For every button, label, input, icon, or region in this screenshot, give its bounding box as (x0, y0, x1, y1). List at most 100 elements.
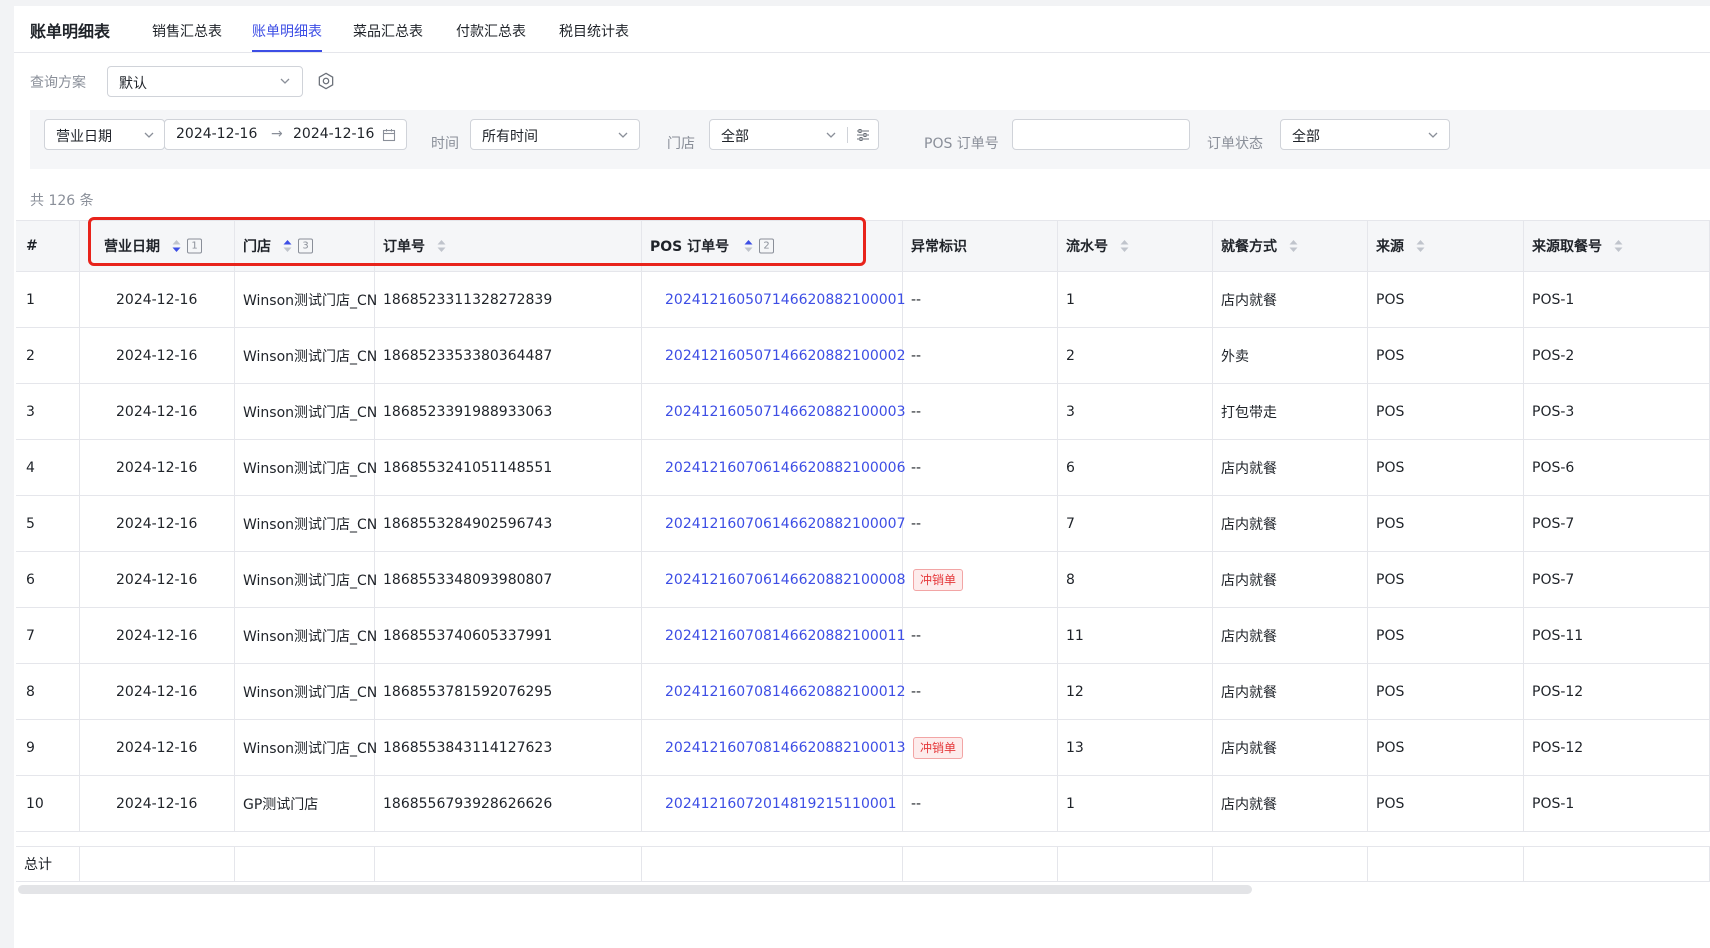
column-header-label: 订单号 (383, 239, 425, 255)
sort-icon[interactable] (283, 239, 292, 253)
table-row[interactable]: 9 2024-12-16 Winson测试门店_CN 1868553843114127… (16, 720, 1710, 776)
pos-order-link[interactable]: 202412160507146620882100003 (665, 404, 906, 420)
column-header[interactable]: 门店 3 (235, 221, 375, 271)
pos-order-link[interactable]: 202412160706146620882100006 (665, 460, 906, 476)
filter-settings-icon[interactable] (856, 128, 870, 142)
store-value: 全部 (721, 129, 749, 145)
table-cell: POS (1368, 328, 1524, 383)
date-end[interactable]: 2024-12-16 (293, 126, 374, 142)
tab-dish-summary[interactable]: 菜品汇总表 (353, 21, 423, 41)
table-cell: 店内就餐 (1213, 272, 1368, 327)
cell-text: 2024-12-16 (116, 739, 198, 756)
column-header[interactable]: 订单号 (375, 221, 642, 271)
cell-text: 5 (26, 515, 35, 532)
sort-icon[interactable] (1614, 239, 1623, 253)
cell-text: 9 (26, 739, 35, 756)
sort-icon[interactable] (1289, 239, 1298, 253)
pos-order-input[interactable] (1012, 119, 1190, 150)
table-row[interactable]: 2 2024-12-16 Winson测试门店_CN 1868523353380364… (16, 328, 1710, 384)
tab-payment-summary[interactable]: 付款汇总表 (456, 21, 526, 41)
cell-text: 1868553241051148551 (383, 459, 553, 476)
pos-order-link[interactable]: 202412160706146620882100007 (665, 516, 906, 532)
sort-icon[interactable] (1416, 239, 1425, 253)
cell-text: POS-2 (1532, 347, 1575, 364)
cell-text: -- (911, 627, 922, 644)
pos-order-link[interactable]: 202412160708146620882100011 (665, 628, 906, 644)
table-cell: 6 (1058, 440, 1213, 495)
table-row[interactable]: 1 2024-12-16 Winson测试门店_CN 1868523311328272… (16, 272, 1710, 328)
settings-gear-icon[interactable] (317, 72, 335, 90)
cell-text: 1 (26, 291, 35, 308)
sort-icon[interactable] (172, 239, 181, 253)
table-row[interactable]: 6 2024-12-16 Winson测试门店_CN 1868553348093980… (16, 552, 1710, 608)
table-cell: 202412160708146620882100011 (642, 608, 906, 663)
filter-bar: 营业日期 2024-12-16 → 2024-12-16 时间 所有时间 门店 … (30, 110, 1710, 169)
sort-priority-badge: 2 (759, 238, 774, 254)
tab-bill-detail[interactable]: 账单明细表 (252, 21, 322, 41)
cell-text: -- (911, 347, 922, 364)
table-row[interactable]: 5 2024-12-16 Winson测试门店_CN 1868553284902596… (16, 496, 1710, 552)
scheme-select[interactable]: 默认 (107, 66, 303, 97)
column-header-label: 门店 (243, 239, 271, 255)
calendar-icon (382, 129, 396, 142)
table-cell: 2024-12-16 (80, 608, 235, 663)
cell-text: POS (1376, 403, 1405, 420)
table-cell: 1868556793928626626 (375, 776, 642, 831)
table-cell: 6 (16, 552, 80, 607)
pos-order-link[interactable]: 202412160507146620882100002 (665, 348, 906, 364)
table-cell: 打包带走 (1213, 384, 1368, 439)
column-header[interactable]: 流水号 (1058, 221, 1213, 271)
table-row[interactable]: 10 2024-12-16 GP测试门店 1868556793928626626 202… (16, 776, 1710, 832)
column-header-label: 流水号 (1066, 239, 1108, 255)
pos-order-link[interactable]: 202412160708146620882100012 (665, 684, 906, 700)
pos-order-link[interactable]: 202412160706146620882100008 (665, 572, 906, 588)
table-cell: POS (1368, 384, 1524, 439)
date-type-select[interactable]: 营业日期 (44, 119, 165, 150)
column-header[interactable]: 来源 (1368, 221, 1524, 271)
table-cell: -- (903, 608, 1058, 663)
cell-text: -- (911, 459, 922, 476)
sort-icon[interactable] (1120, 239, 1129, 253)
order-status-select[interactable]: 全部 (1280, 119, 1450, 150)
table-cell: 8 (1058, 552, 1213, 607)
cell-text: 8 (1066, 571, 1075, 588)
column-header[interactable]: 营业日期 1 (80, 221, 235, 271)
table-row[interactable]: 7 2024-12-16 Winson测试门店_CN 1868553740605337… (16, 608, 1710, 664)
pos-order-link[interactable]: 202412160507146620882100001 (665, 292, 906, 308)
table-cell: 店内就餐 (1213, 440, 1368, 495)
chevron-down-icon (280, 78, 290, 84)
pos-order-link[interactable]: 202412160708146620882100013 (665, 740, 906, 756)
store-select[interactable]: 全部 (709, 119, 879, 150)
sort-icon[interactable] (744, 239, 753, 253)
cell-text: Winson测试门店_CN (243, 404, 378, 421)
cell-text: 3 (1066, 403, 1075, 420)
order-status-label: 订单状态 (1207, 136, 1263, 152)
table-cell: Winson测试门店_CN (235, 384, 378, 439)
pos-order-label: POS 订单号 (924, 136, 999, 152)
cell-text: -- (911, 291, 922, 308)
tab-tax-statistics[interactable]: 税目统计表 (559, 21, 629, 41)
table-row[interactable]: 3 2024-12-16 Winson测试门店_CN 1868523391988933… (16, 384, 1710, 440)
table-cell: 3 (1058, 384, 1213, 439)
date-range-picker[interactable]: 2024-12-16 → 2024-12-16 (164, 119, 407, 150)
table-cell: POS-1 (1524, 776, 1710, 831)
date-start[interactable]: 2024-12-16 (176, 126, 257, 142)
column-header[interactable]: 就餐方式 (1213, 221, 1368, 271)
column-header[interactable]: 来源取餐号 (1524, 221, 1710, 271)
pos-order-link[interactable]: 20241216072014819215110001 (665, 796, 897, 812)
column-header[interactable]: POS 订单号 2 (642, 221, 903, 271)
tab-sales-summary[interactable]: 销售汇总表 (152, 21, 222, 41)
table-cell: POS (1368, 664, 1524, 719)
horizontal-scrollbar[interactable] (18, 885, 1252, 894)
cell-text: -- (911, 683, 922, 700)
table-cell: POS-3 (1524, 384, 1710, 439)
time-select[interactable]: 所有时间 (470, 119, 640, 150)
table-cell: POS-2 (1524, 328, 1710, 383)
cell-text: 2024-12-16 (116, 795, 198, 812)
footer-cell (235, 847, 375, 881)
table-row[interactable]: 8 2024-12-16 Winson测试门店_CN 1868553781592076… (16, 664, 1710, 720)
table-cell: -- (903, 272, 1058, 327)
table-row[interactable]: 4 2024-12-16 Winson测试门店_CN 1868553241051148… (16, 440, 1710, 496)
cell-text: POS-12 (1532, 683, 1584, 700)
sort-icon[interactable] (437, 239, 446, 253)
